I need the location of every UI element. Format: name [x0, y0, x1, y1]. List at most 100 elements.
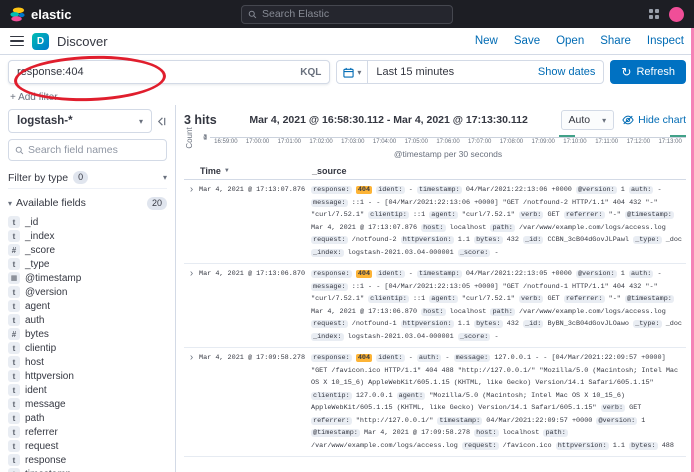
x-axis-tick: 17:07:00: [468, 139, 491, 145]
text-field-icon: t: [8, 384, 20, 396]
field-item-_id[interactable]: t_id: [8, 215, 167, 229]
collapse-sidebar-icon[interactable]: [156, 116, 167, 127]
field-name: referrer: [25, 427, 58, 438]
field-item-_index[interactable]: t_index: [8, 229, 167, 243]
histogram-bar[interactable]: [670, 135, 686, 137]
menu-hamburger-icon[interactable]: [10, 36, 24, 47]
field-item-timestamp[interactable]: ttimestamp: [8, 467, 167, 472]
field-value: "curl/7.52.1": [462, 211, 515, 219]
chevron-down-icon: ▾: [357, 68, 361, 77]
field-item-agent[interactable]: tagent: [8, 299, 167, 313]
histogram-bar[interactable]: [559, 135, 575, 137]
field-name: _type: [25, 259, 49, 270]
table-row: › Mar 4, 2021 @ 17:09:58.278response: 404…: [184, 348, 686, 457]
field-item-path[interactable]: tpath: [8, 411, 167, 425]
field-badge: _score:: [458, 249, 491, 257]
nav-action-inspect[interactable]: Inspect: [647, 35, 684, 47]
field-value: Mar 4, 2021 @ 17:09:58.278: [364, 429, 470, 437]
field-badge: response:: [311, 186, 352, 194]
index-pattern-name: logstash-*: [17, 115, 73, 127]
doc-source: response: 404 ident: - auth: - message: …: [311, 352, 686, 452]
field-item-response[interactable]: tresponse: [8, 453, 167, 467]
nav-action-share[interactable]: Share: [600, 35, 631, 47]
global-search-input[interactable]: Search Elastic: [241, 5, 453, 24]
interval-select[interactable]: Auto ▾: [561, 110, 615, 130]
field-badge: verb:: [601, 404, 625, 412]
field-item-httpversion[interactable]: thttpversion: [8, 369, 167, 383]
field-item-auth[interactable]: tauth: [8, 313, 167, 327]
field-value: /var/www/example.com/logs/access.log: [311, 442, 458, 450]
field-badge: verb:: [519, 295, 543, 303]
field-search-input[interactable]: Search field names: [8, 139, 167, 161]
field-item-_type[interactable]: t_type: [8, 257, 167, 271]
date-quick-select-button[interactable]: ▾: [337, 61, 368, 83]
field-badge: agent:: [429, 211, 457, 219]
field-item-referrer[interactable]: t referrer: [8, 425, 167, 439]
field-item-_score[interactable]: #_score: [8, 243, 167, 257]
field-badge: bytes:: [474, 320, 502, 328]
field-value: -: [657, 270, 661, 278]
field-badge: _index:: [311, 333, 344, 341]
expand-row-icon[interactable]: ›: [184, 268, 199, 343]
show-dates-button[interactable]: Show dates: [530, 66, 603, 78]
field-item-ident[interactable]: tident: [8, 383, 167, 397]
filter-by-type-button[interactable]: Filter by type 0 ▾: [8, 167, 167, 189]
available-fields-label: Available fields: [16, 197, 86, 209]
field-name: timestamp: [25, 469, 71, 472]
nav-action-new[interactable]: New: [475, 35, 498, 47]
x-axis-tick: 17:00:00: [246, 139, 269, 145]
apps-grid-icon[interactable]: [649, 9, 659, 19]
field-badge: ident:: [376, 186, 404, 194]
query-input[interactable]: response:404 KQL: [8, 60, 330, 84]
field-value: -: [494, 249, 498, 257]
query-language-button[interactable]: KQL: [300, 67, 321, 78]
elastic-logo[interactable]: elastic: [10, 7, 71, 22]
field-item-bytes[interactable]: #bytes: [8, 327, 167, 341]
field-value: /notfound-2: [352, 236, 397, 244]
x-axis-tick: 17:11:00: [595, 139, 618, 145]
field-name: _id: [25, 217, 38, 228]
field-value: logstash-2021.03.04-000001: [348, 249, 454, 257]
available-fields-toggle[interactable]: ▾ Available fields 20: [8, 195, 167, 211]
x-axis-tick: 17:08:00: [500, 139, 523, 145]
field-item-message[interactable]: tmessage: [8, 397, 167, 411]
expand-row-icon[interactable]: ›: [184, 352, 199, 452]
chart-xticks: 16:59:0017:00:0017:01:0017:02:0017:03:00…: [210, 138, 686, 147]
field-badge: httpversion:: [401, 320, 454, 328]
field-badge: _score:: [458, 333, 491, 341]
hide-chart-button[interactable]: Hide chart: [622, 114, 686, 126]
time-column-header[interactable]: Time ▼: [200, 166, 312, 176]
time-range-display[interactable]: Last 15 minutes: [368, 66, 462, 78]
field-value: 1: [641, 417, 645, 425]
field-badge: _id:: [523, 236, 543, 244]
field-badge: timestamp:: [437, 417, 482, 425]
field-item-clientip[interactable]: tclientip: [8, 341, 167, 355]
field-badge: @timestamp:: [311, 429, 360, 437]
field-badge: auth:: [417, 354, 441, 362]
text-field-icon: t: [8, 426, 20, 438]
field-search-placeholder: Search field names: [28, 144, 118, 156]
x-axis-tick: 17:01:00: [278, 139, 301, 145]
field-name: message: [25, 399, 66, 410]
field-value-highlighted: 404: [356, 354, 372, 362]
field-item-request[interactable]: trequest: [8, 439, 167, 453]
x-axis-tick: 17:10:00: [563, 139, 586, 145]
refresh-button[interactable]: ↻ Refresh: [610, 60, 686, 84]
x-axis-tick: 17:03:00: [341, 139, 364, 145]
expand-row-icon[interactable]: ›: [184, 184, 199, 259]
nav-action-save[interactable]: Save: [514, 35, 540, 47]
add-filter-button[interactable]: + Add filter: [10, 92, 58, 103]
field-value: 04/Mar/2021:22:09:57 +0000: [486, 417, 592, 425]
header-right-controls: [649, 7, 684, 22]
field-name: bytes: [25, 329, 49, 340]
elastic-logo-icon: [10, 7, 25, 22]
nav-action-open[interactable]: Open: [556, 35, 584, 47]
user-avatar[interactable]: [669, 7, 684, 22]
field-item-host[interactable]: thost: [8, 355, 167, 369]
chart-time-range-title: Mar 4, 2021 @ 16:58:30.112 - Mar 4, 2021…: [225, 114, 553, 126]
field-item-@timestamp[interactable]: ▦@timestamp: [8, 271, 167, 285]
field-value: 432: [507, 320, 519, 328]
field-item-@version[interactable]: t@version: [8, 285, 167, 299]
index-pattern-select[interactable]: logstash-* ▾: [8, 109, 152, 133]
field-value: GET: [547, 211, 559, 219]
